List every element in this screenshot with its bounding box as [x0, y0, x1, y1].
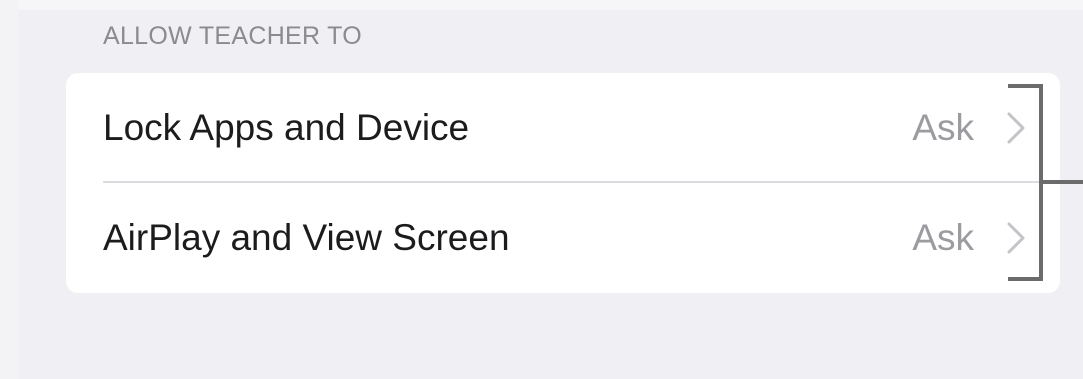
- left-edge-panel: [0, 0, 18, 379]
- row-lock-apps-and-device[interactable]: Lock Apps and Device Ask: [66, 73, 1060, 182]
- row-label: Lock Apps and Device: [103, 106, 470, 148]
- row-value: Ask: [912, 216, 974, 258]
- bracket-callout-icon: [1008, 84, 1083, 281]
- row-airplay-and-view-screen[interactable]: AirPlay and View Screen Ask: [66, 183, 1060, 292]
- row-value: Ask: [912, 106, 974, 148]
- row-label: AirPlay and View Screen: [103, 216, 510, 258]
- section-header: ALLOW TEACHER TO: [103, 22, 363, 50]
- top-edge-band: [0, 0, 1083, 10]
- settings-group: Lock Apps and Device Ask AirPlay and Vie…: [66, 73, 1060, 293]
